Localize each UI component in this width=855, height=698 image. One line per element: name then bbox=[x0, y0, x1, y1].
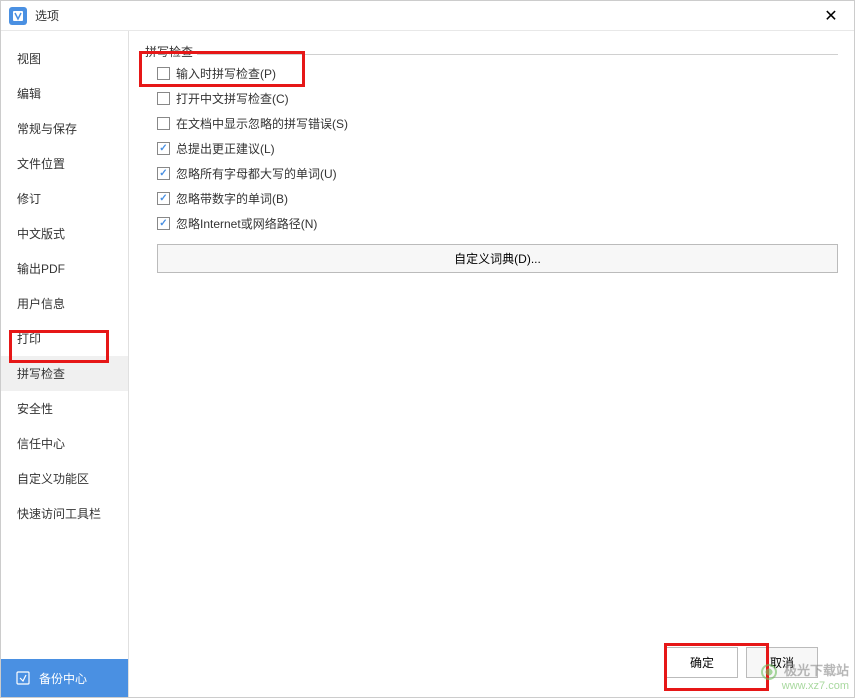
backup-center-button[interactable]: 备份中心 bbox=[1, 659, 128, 697]
dialog-body: 视图 编辑 常规与保存 文件位置 修订 中文版式 输出PDF 用户信息 打印 拼… bbox=[1, 31, 854, 697]
label-ignore-uppercase: 忽略所有字母都大写的单词(U) bbox=[176, 165, 337, 182]
option-row-ignore-numbers: 忽略带数字的单词(B) bbox=[157, 186, 838, 211]
sidebar-item-edit[interactable]: 编辑 bbox=[1, 76, 128, 111]
checkbox-ignore-uppercase[interactable] bbox=[157, 167, 170, 180]
label-check-while-typing: 输入时拼写检查(P) bbox=[176, 65, 276, 82]
options-dialog: 选项 ✕ 视图 编辑 常规与保存 文件位置 修订 中文版式 输出PDF 用户信息… bbox=[0, 0, 855, 698]
sidebar-item-trust-center[interactable]: 信任中心 bbox=[1, 426, 128, 461]
sidebar-item-quick-access[interactable]: 快速访问工具栏 bbox=[1, 496, 128, 531]
backup-icon bbox=[15, 670, 31, 686]
option-row-check-while-typing: 输入时拼写检查(P) bbox=[157, 61, 838, 86]
option-row-always-suggest: 总提出更正建议(L) bbox=[157, 136, 838, 161]
label-show-ignored: 在文档中显示忽略的拼写错误(S) bbox=[176, 115, 348, 132]
window-title: 选项 bbox=[35, 7, 816, 24]
checkbox-always-suggest[interactable] bbox=[157, 142, 170, 155]
cancel-button[interactable]: 取消 bbox=[746, 647, 818, 678]
option-row-ignore-uppercase: 忽略所有字母都大写的单词(U) bbox=[157, 161, 838, 186]
checkbox-ignore-internet[interactable] bbox=[157, 217, 170, 230]
app-icon bbox=[9, 7, 27, 25]
sidebar-item-file-location[interactable]: 文件位置 bbox=[1, 146, 128, 181]
checkbox-chinese-spellcheck[interactable] bbox=[157, 92, 170, 105]
label-always-suggest: 总提出更正建议(L) bbox=[176, 140, 275, 157]
option-row-ignore-internet: 忽略Internet或网络路径(N) bbox=[157, 211, 838, 236]
content-panel: 拼写检查 输入时拼写检查(P) 打开中文拼写检查(C) 在文档中显示忽略的拼写错… bbox=[129, 31, 854, 697]
label-chinese-spellcheck: 打开中文拼写检查(C) bbox=[176, 90, 289, 107]
sidebar-item-security[interactable]: 安全性 bbox=[1, 391, 128, 426]
spellcheck-options: 输入时拼写检查(P) 打开中文拼写检查(C) 在文档中显示忽略的拼写错误(S) … bbox=[145, 61, 838, 236]
custom-dictionary-button[interactable]: 自定义词典(D)... bbox=[157, 244, 838, 273]
checkbox-ignore-numbers[interactable] bbox=[157, 192, 170, 205]
option-row-chinese-spellcheck: 打开中文拼写检查(C) bbox=[157, 86, 838, 111]
checkbox-check-while-typing[interactable] bbox=[157, 67, 170, 80]
sidebar: 视图 编辑 常规与保存 文件位置 修订 中文版式 输出PDF 用户信息 打印 拼… bbox=[1, 31, 129, 697]
backup-center-label: 备份中心 bbox=[39, 670, 87, 687]
ok-button[interactable]: 确定 bbox=[666, 647, 738, 678]
sidebar-spacer bbox=[1, 531, 128, 659]
sidebar-item-user-info[interactable]: 用户信息 bbox=[1, 286, 128, 321]
checkbox-show-ignored[interactable] bbox=[157, 117, 170, 130]
sidebar-item-general-save[interactable]: 常规与保存 bbox=[1, 111, 128, 146]
sidebar-item-revision[interactable]: 修订 bbox=[1, 181, 128, 216]
label-ignore-internet: 忽略Internet或网络路径(N) bbox=[176, 215, 317, 232]
sidebar-item-view[interactable]: 视图 bbox=[1, 41, 128, 76]
section-title: 拼写检查 bbox=[145, 43, 838, 60]
option-row-show-ignored: 在文档中显示忽略的拼写错误(S) bbox=[157, 111, 838, 136]
close-button[interactable]: ✕ bbox=[816, 1, 846, 31]
dialog-footer: 确定 取消 bbox=[145, 640, 838, 685]
label-ignore-numbers: 忽略带数字的单词(B) bbox=[176, 190, 288, 207]
sidebar-item-output-pdf[interactable]: 输出PDF bbox=[1, 251, 128, 286]
sidebar-item-custom-ribbon[interactable]: 自定义功能区 bbox=[1, 461, 128, 496]
sidebar-item-spellcheck[interactable]: 拼写检查 bbox=[1, 356, 128, 391]
titlebar: 选项 ✕ bbox=[1, 1, 854, 31]
sidebar-item-chinese-layout[interactable]: 中文版式 bbox=[1, 216, 128, 251]
content-spacer bbox=[145, 273, 838, 640]
sidebar-item-print[interactable]: 打印 bbox=[1, 321, 128, 356]
